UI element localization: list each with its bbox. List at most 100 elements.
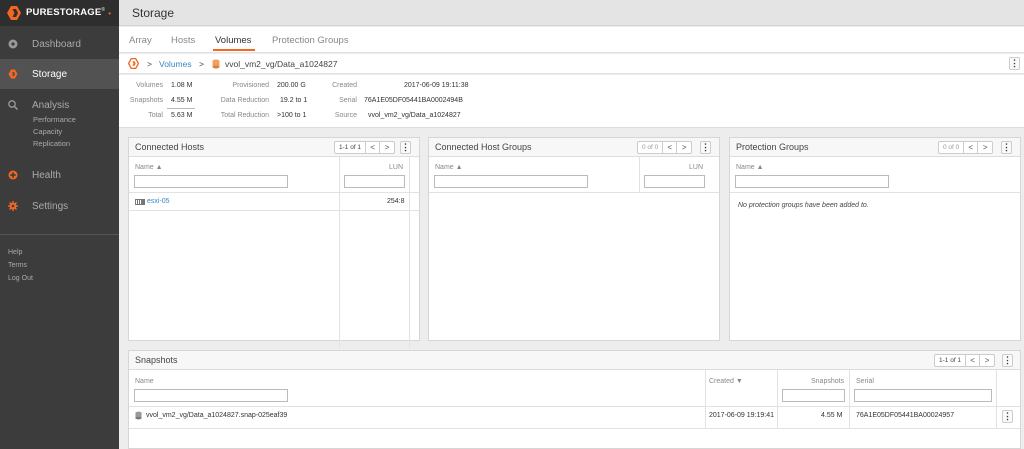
tab-hosts[interactable]: Hosts (171, 35, 195, 46)
stat-data-reduction-value: 19.2 to 1 (280, 97, 308, 104)
tab-protection-groups[interactable]: Protection Groups (272, 35, 349, 46)
page-count: 0 of 0 (638, 142, 664, 153)
analysis-icon (8, 100, 18, 110)
stat-snapshots-value: 4.55 M (171, 97, 193, 104)
nav-item-storage[interactable]: Storage (0, 59, 119, 89)
stat-created-value: 2017-06-09 19:11:38 (404, 82, 469, 89)
nav-sub-replication[interactable]: Replication (33, 139, 70, 148)
column-header-snapshots[interactable]: Snapshots (811, 378, 844, 385)
column-header-name[interactable]: Name ▲ (736, 164, 764, 171)
logout-link[interactable]: Log Out (8, 275, 33, 282)
pure-storage-logo-icon (7, 6, 21, 20)
lun-filter-input[interactable] (644, 175, 705, 188)
page-count: 1-1 of 1 (935, 355, 967, 366)
terms-link[interactable]: Terms (8, 262, 27, 269)
host-lun: 254:8 (387, 198, 405, 205)
snapshot-name: vvol_vm2_vg/Data_a1024827.snap-025eaf39 (146, 412, 288, 419)
tab-volumes[interactable]: Volumes (215, 35, 251, 46)
pure-storage-logo[interactable]: PURESTORAGE® • (0, 0, 119, 26)
page-count: 0 of 0 (939, 142, 965, 153)
stat-provisioned-value: 200.00 G (277, 82, 306, 89)
nav-sub-performance[interactable]: Performance (33, 115, 76, 124)
host-icon (135, 199, 145, 205)
stat-created-label: Created (332, 82, 357, 89)
prev-page-button[interactable]: < (366, 142, 381, 153)
brand-dot-icon: • (108, 8, 112, 18)
storage-icon (128, 58, 139, 69)
lun-filter-input[interactable] (344, 175, 405, 188)
panel-header: Protection Groups 0 of 0 < > ⋮ (730, 138, 1020, 157)
nav-label: Health (32, 169, 61, 181)
volume-actions-menu[interactable]: ⋮ (1009, 57, 1020, 70)
snapshots-filter-input[interactable] (782, 389, 845, 402)
panel-header: Connected Host Groups 0 of 0 < > ⋮ (429, 138, 719, 157)
snapshot-created: 2017-06-09 19:19:41 (709, 412, 774, 419)
panel-menu-button[interactable]: ⋮ (1001, 141, 1012, 154)
stat-data-reduction-label: Data Reduction (220, 97, 269, 104)
prev-page-button[interactable]: < (966, 355, 981, 366)
breadcrumb-volumes-link[interactable]: Volumes (159, 59, 192, 69)
snapshot-serial: 76A1E05DF05441BA00024957 (856, 412, 955, 419)
panel-menu-button[interactable]: ⋮ (1002, 354, 1013, 367)
stat-source-value: vvol_vm2_vg/Data_a1024827 (368, 112, 461, 119)
host-name-link[interactable]: esxi-05 (147, 198, 170, 205)
empty-state-message: No protection groups have been added to. (738, 202, 869, 209)
page-title: Storage (132, 6, 175, 20)
help-link[interactable]: Help (8, 249, 22, 256)
name-filter-input[interactable] (735, 175, 889, 188)
stat-volumes-value: 1.08 M (171, 82, 193, 89)
breadcrumb: > Volumes > vvol_vm2_vg/Data_a1024827 ⋮ (119, 54, 1024, 74)
column-divider (705, 370, 706, 428)
name-filter-input[interactable] (134, 389, 288, 402)
column-header-lun[interactable]: LUN (689, 164, 703, 171)
next-page-button[interactable]: > (677, 142, 691, 153)
stat-total-label: Total (148, 112, 163, 119)
active-tab-indicator (213, 49, 255, 51)
panel-title: Connected Hosts (135, 142, 205, 152)
column-header-name[interactable]: Name (135, 378, 154, 385)
row-divider (129, 210, 419, 211)
row-actions-menu[interactable]: ⋮ (1002, 410, 1013, 423)
panel-header: Snapshots 1-1 of 1 < > ⋮ (129, 351, 1020, 370)
panel-title: Snapshots (135, 355, 178, 365)
next-page-button[interactable]: > (980, 355, 994, 366)
column-header-name[interactable]: Name ▲ (435, 164, 463, 171)
header-divider (129, 406, 1020, 407)
pagination: 0 of 0 < > (637, 141, 693, 154)
panel-title: Protection Groups (736, 142, 809, 152)
header-divider (129, 192, 419, 193)
prev-page-button[interactable]: < (663, 142, 678, 153)
prev-page-button[interactable]: < (964, 142, 979, 153)
nav-item-settings[interactable]: Settings (0, 191, 119, 221)
stat-total-value: 5.63 M (171, 112, 193, 119)
page-count: 1-1 of 1 (335, 142, 367, 153)
nav-label: Storage (32, 68, 68, 80)
panel-menu-button[interactable]: ⋮ (400, 141, 411, 154)
storage-icon (8, 69, 18, 79)
column-header-created[interactable]: Created ▼ (709, 378, 743, 385)
name-filter-input[interactable] (134, 175, 288, 188)
panel-header: Connected Hosts 1-1 of 1 < > ⋮ (129, 138, 419, 157)
serial-filter-input[interactable] (854, 389, 992, 402)
next-page-button[interactable]: > (380, 142, 394, 153)
column-divider (849, 370, 850, 428)
next-page-button[interactable]: > (978, 142, 992, 153)
column-header-serial[interactable]: Serial (856, 378, 874, 385)
header-divider (730, 192, 1020, 193)
column-header-name[interactable]: Name ▲ (135, 164, 163, 171)
gear-icon (8, 201, 18, 211)
snapshots-panel: Snapshots 1-1 of 1 < > ⋮ Name Created ▼ … (128, 350, 1021, 449)
stat-source-label: Source (334, 112, 357, 119)
brand-name: PURESTORAGE® (26, 7, 106, 19)
panel-menu-button[interactable]: ⋮ (700, 141, 711, 154)
nav-sub-capacity[interactable]: Capacity (33, 127, 62, 136)
column-header-lun[interactable]: LUN (389, 164, 403, 171)
stat-serial-value: 76A1E05DF05441BA0002494B (364, 97, 463, 104)
row-divider (129, 428, 1020, 429)
name-filter-input[interactable] (434, 175, 588, 188)
nav-item-dashboard[interactable]: Dashboard (0, 29, 119, 59)
snapshot-size: 4.55 M (821, 412, 843, 419)
tab-array[interactable]: Array (129, 35, 152, 46)
health-icon (8, 170, 18, 180)
nav-item-health[interactable]: Health (0, 160, 119, 190)
